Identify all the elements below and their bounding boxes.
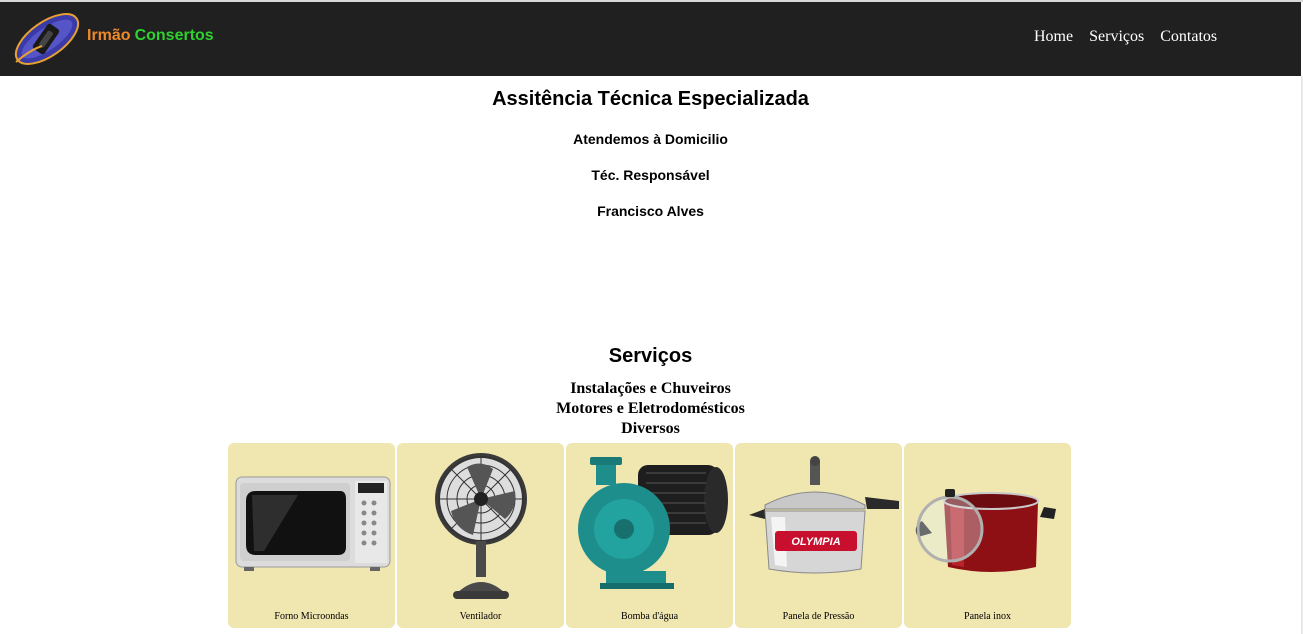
service-item: Motores e Eletrodomésticos	[556, 400, 745, 417]
hero-line-responsavel: Téc. Responsável	[591, 167, 710, 183]
hero-title: Assitência Técnica Especializada	[492, 88, 809, 110]
product-cards: Forno Microondas Ventilador Bomba d'água…	[228, 443, 1071, 628]
hero-line-name: Francisco Alves	[597, 203, 704, 219]
product-card-microondas[interactable]: Forno Microondas	[228, 443, 395, 628]
service-item: Instalações e Chuveiros	[570, 380, 731, 397]
pressure-cooker-brand: OLYMPIA	[791, 536, 840, 548]
brand-name[interactable]: Irmão Consertos	[87, 27, 214, 45]
brand-part1: Irmão	[87, 27, 131, 44]
nav-servicos[interactable]: Serviços	[1089, 28, 1144, 46]
brand-part2: Consertos	[134, 27, 214, 44]
product-card-panela-inox[interactable]: Panela inox	[904, 443, 1071, 628]
pressure-cooker-icon: OLYMPIA	[749, 456, 899, 574]
fan-icon	[435, 453, 527, 599]
nav-home[interactable]: Home	[1034, 28, 1073, 46]
product-caption: Forno Microondas	[274, 611, 349, 622]
services-list: Instalações e Chuveiros Motores e Eletro…	[0, 379, 1301, 439]
stock-pot-icon	[915, 489, 1056, 572]
logo-icon[interactable]	[10, 10, 84, 68]
microwave-icon	[235, 476, 391, 571]
product-caption: Panela inox	[964, 611, 1011, 622]
nav-links: Home Serviços Contatos	[1034, 28, 1217, 46]
product-card-ventilador[interactable]: Ventilador	[397, 443, 564, 628]
product-card-panela-pressao[interactable]: OLYMPIA Panela de Pressão	[735, 443, 902, 628]
services-title: Serviços	[608, 345, 693, 367]
water-pump-icon	[578, 457, 728, 589]
product-caption: Bomba d'água	[620, 611, 679, 622]
hero-line-domicilio: Atendemos à Domicilio	[573, 131, 728, 147]
nav-contatos[interactable]: Contatos	[1160, 28, 1217, 46]
navbar: Irmão Consertos Home Serviços Contatos	[0, 2, 1301, 76]
product-card-bomba[interactable]: Bomba d'água	[566, 443, 733, 628]
service-item: Diversos	[621, 420, 680, 437]
product-caption: Ventilador	[459, 611, 502, 622]
product-caption: Panela de Pressão	[782, 611, 855, 622]
